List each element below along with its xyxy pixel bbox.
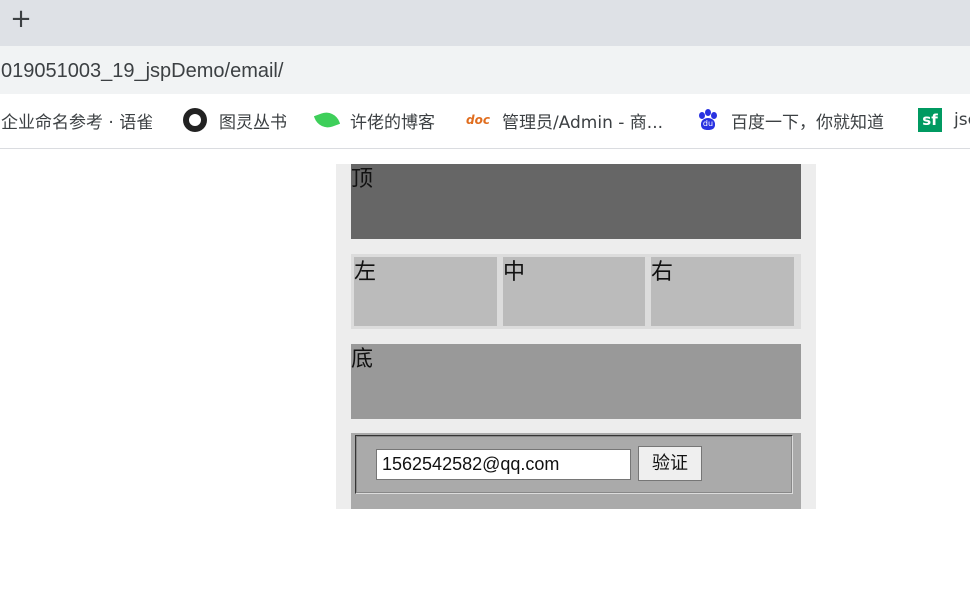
new-tab-button[interactable]: +	[8, 4, 34, 34]
center-label: 中	[503, 260, 526, 285]
sf-icon: sf	[918, 108, 942, 132]
bookmark-blog[interactable]: 许佬的博客	[313, 106, 435, 134]
bottom-label: 底	[351, 347, 374, 372]
doc-icon: doc	[466, 113, 490, 127]
tab-strip: +	[0, 0, 970, 46]
bookmark-label: 管理员/Admin - 商...	[501, 112, 664, 133]
left-label: 左	[354, 260, 377, 285]
bookmark-label: jsc	[954, 110, 970, 130]
address-bar[interactable]: 019051003_19_jspDemo/email/	[0, 46, 970, 94]
bookmark-tuling[interactable]: 图灵丛书	[183, 106, 287, 134]
center-column: 中	[503, 257, 645, 326]
email-fieldset: 1562542582@qq.com 验证	[355, 435, 793, 494]
bookmark-label: 许佬的博客	[350, 112, 435, 133]
right-label: 右	[651, 260, 674, 285]
email-input[interactable]: 1562542582@qq.com	[376, 449, 631, 480]
top-region: 顶	[351, 164, 801, 239]
email-form-area: 1562542582@qq.com 验证	[351, 433, 801, 509]
bookmark-yuque[interactable]: 企业命名参考 · 语雀	[1, 106, 153, 134]
verify-button[interactable]: 验证	[638, 446, 702, 481]
middle-row: 左 中 右	[351, 254, 801, 329]
bookmark-label: 图灵丛书	[219, 112, 287, 133]
bookmark-admin[interactable]: doc 管理员/Admin - 商...	[466, 106, 663, 134]
bookmark-sf[interactable]: sf jsc	[918, 106, 970, 134]
baidu-icon: du	[697, 109, 719, 131]
page-container: 顶 左 中 右 底 1562542582@qq.com 验证	[336, 164, 816, 509]
leaf-icon	[313, 108, 341, 132]
github-icon	[183, 108, 207, 132]
right-column: 右	[651, 257, 794, 326]
top-label: 顶	[351, 167, 374, 192]
bookmark-label: 企业命名参考 · 语雀	[1, 112, 154, 133]
left-column: 左	[354, 257, 497, 326]
bookmarks-bar: 企业命名参考 · 语雀 图灵丛书 许佬的博客 doc 管理员/Admin - 商…	[0, 94, 970, 149]
bottom-region: 底	[351, 344, 801, 419]
bookmark-label: 百度一下，你就知道	[731, 112, 884, 133]
bookmark-baidu[interactable]: du 百度一下，你就知道	[697, 106, 884, 134]
url-text[interactable]: 019051003_19_jspDemo/email/	[1, 60, 283, 83]
